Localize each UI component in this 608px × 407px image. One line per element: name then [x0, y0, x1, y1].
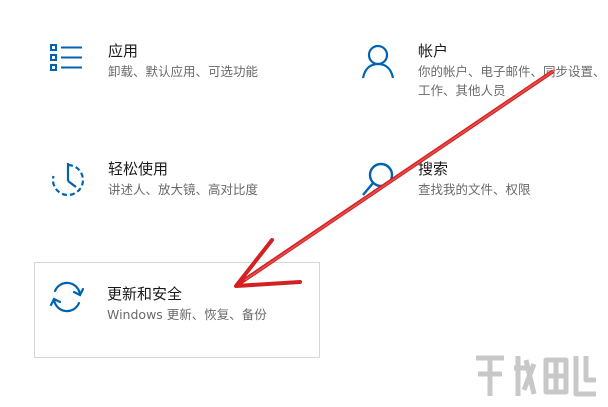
person-icon [358, 42, 398, 82]
tile-description: 你的帐户、电子邮件、同步设置、工作、其他人员 [418, 64, 606, 98]
tile-apps[interactable]: 应用 卸载、默认应用、可选功能 [36, 36, 326, 106]
watermark-logo [476, 355, 596, 397]
tile-description: 查找我的文件、权限 [418, 182, 531, 197]
ease-of-access-icon [48, 160, 88, 200]
apps-list-icon [48, 42, 88, 82]
search-icon [358, 160, 398, 200]
tile-search[interactable]: 搜索 查找我的文件、权限 [346, 154, 608, 224]
sync-icon [47, 277, 87, 317]
tile-title: 轻松使用 [108, 160, 169, 178]
tile-update-security[interactable]: 更新和安全 Windows 更新、恢复、备份 [34, 262, 320, 358]
tile-title: 搜索 [418, 160, 449, 178]
tile-description: 卸载、默认应用、可选功能 [108, 64, 259, 79]
tile-description: 讲述人、放大镜、高对比度 [108, 182, 259, 197]
tile-description: Windows 更新、恢复、备份 [107, 307, 267, 322]
tile-account[interactable]: 帐户 你的帐户、电子邮件、同步设置、工作、其他人员 [346, 36, 608, 106]
tile-ease-of-access[interactable]: 轻松使用 讲述人、放大镜、高对比度 [36, 154, 326, 224]
tile-title: 更新和安全 [107, 285, 183, 303]
tile-title: 帐户 [418, 42, 449, 60]
tile-title: 应用 [108, 42, 139, 60]
